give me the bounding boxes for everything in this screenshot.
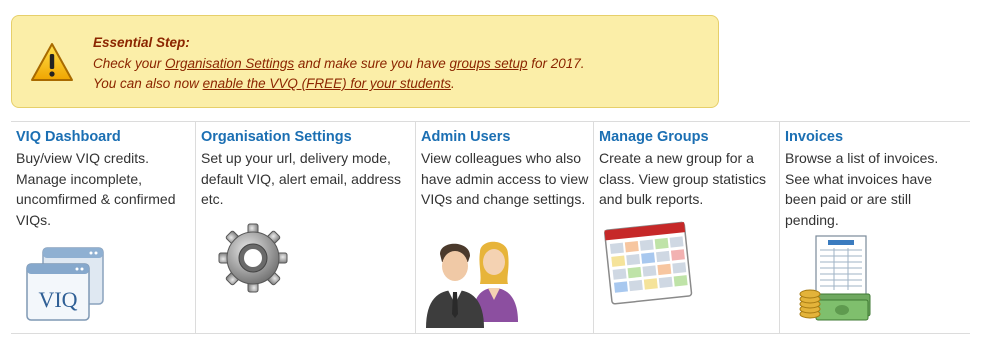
manage-groups-description: Create a new group for a class. View gro… <box>599 150 767 208</box>
dashboard-panel: VIQ Dashboard Buy/view VIQ credits. Mana… <box>11 121 970 334</box>
alert-line1-suffix: for 2017. <box>527 55 585 71</box>
manage-groups-card: Manage Groups Create a new group for a c… <box>593 122 779 333</box>
invoices-description: Browse a list of invoices. See what invo… <box>785 150 939 228</box>
users-icon[interactable] <box>422 234 522 330</box>
alert-line2-suffix: . <box>450 76 455 91</box>
invoices-link[interactable]: Invoices <box>785 127 970 147</box>
enable-vvq-link[interactable]: enable the VVQ (FREE) for your students <box>203 76 451 91</box>
organisation-settings-link[interactable]: Organisation Settings <box>165 56 294 71</box>
alert-line2-prefix: You can also now <box>93 76 203 91</box>
alert-line1-middle: and make sure you have <box>294 55 450 71</box>
admin-users-card: Admin Users View colleagues who also hav… <box>415 122 593 333</box>
invoice-money-icon[interactable] <box>798 234 874 326</box>
invoices-card: Invoices Browse a list of invoices. See … <box>779 122 970 333</box>
admin-users-link[interactable]: Admin Users <box>421 127 593 147</box>
organisation-settings-card: Organisation Settings Set up your url, d… <box>195 122 415 333</box>
alert-message: Essential Step: Check your Organisation … <box>93 33 713 95</box>
warning-icon <box>31 43 73 81</box>
alert-line-1: Check your Organisation Settings and mak… <box>93 54 713 75</box>
alert-title: Essential Step: <box>93 35 190 50</box>
organisation-settings-description: Set up your url, delivery mode, default … <box>201 150 401 208</box>
manage-groups-link[interactable]: Manage Groups <box>599 127 779 147</box>
alert-line-2: You can also now enable the VVQ (FREE) f… <box>93 74 713 95</box>
calendar-icon[interactable] <box>602 212 696 312</box>
groups-setup-link[interactable]: groups setup <box>449 56 527 71</box>
viq-window-icon[interactable]: VIQ <box>21 244 107 324</box>
gear-icon[interactable] <box>218 218 288 298</box>
viq-icon-label: VIQ <box>38 287 77 312</box>
viq-dashboard-link[interactable]: VIQ Dashboard <box>16 127 195 147</box>
alert-line1-prefix: Check your <box>93 55 166 71</box>
viq-dashboard-description: Buy/view VIQ credits. Manage incomplete,… <box>16 150 176 228</box>
organisation-settings-title-link[interactable]: Organisation Settings <box>201 127 415 147</box>
viq-dashboard-card: VIQ Dashboard Buy/view VIQ credits. Mana… <box>11 122 195 333</box>
essential-step-alert: Essential Step: Check your Organisation … <box>11 15 719 108</box>
admin-users-description: View colleagues who also have admin acce… <box>421 150 589 208</box>
